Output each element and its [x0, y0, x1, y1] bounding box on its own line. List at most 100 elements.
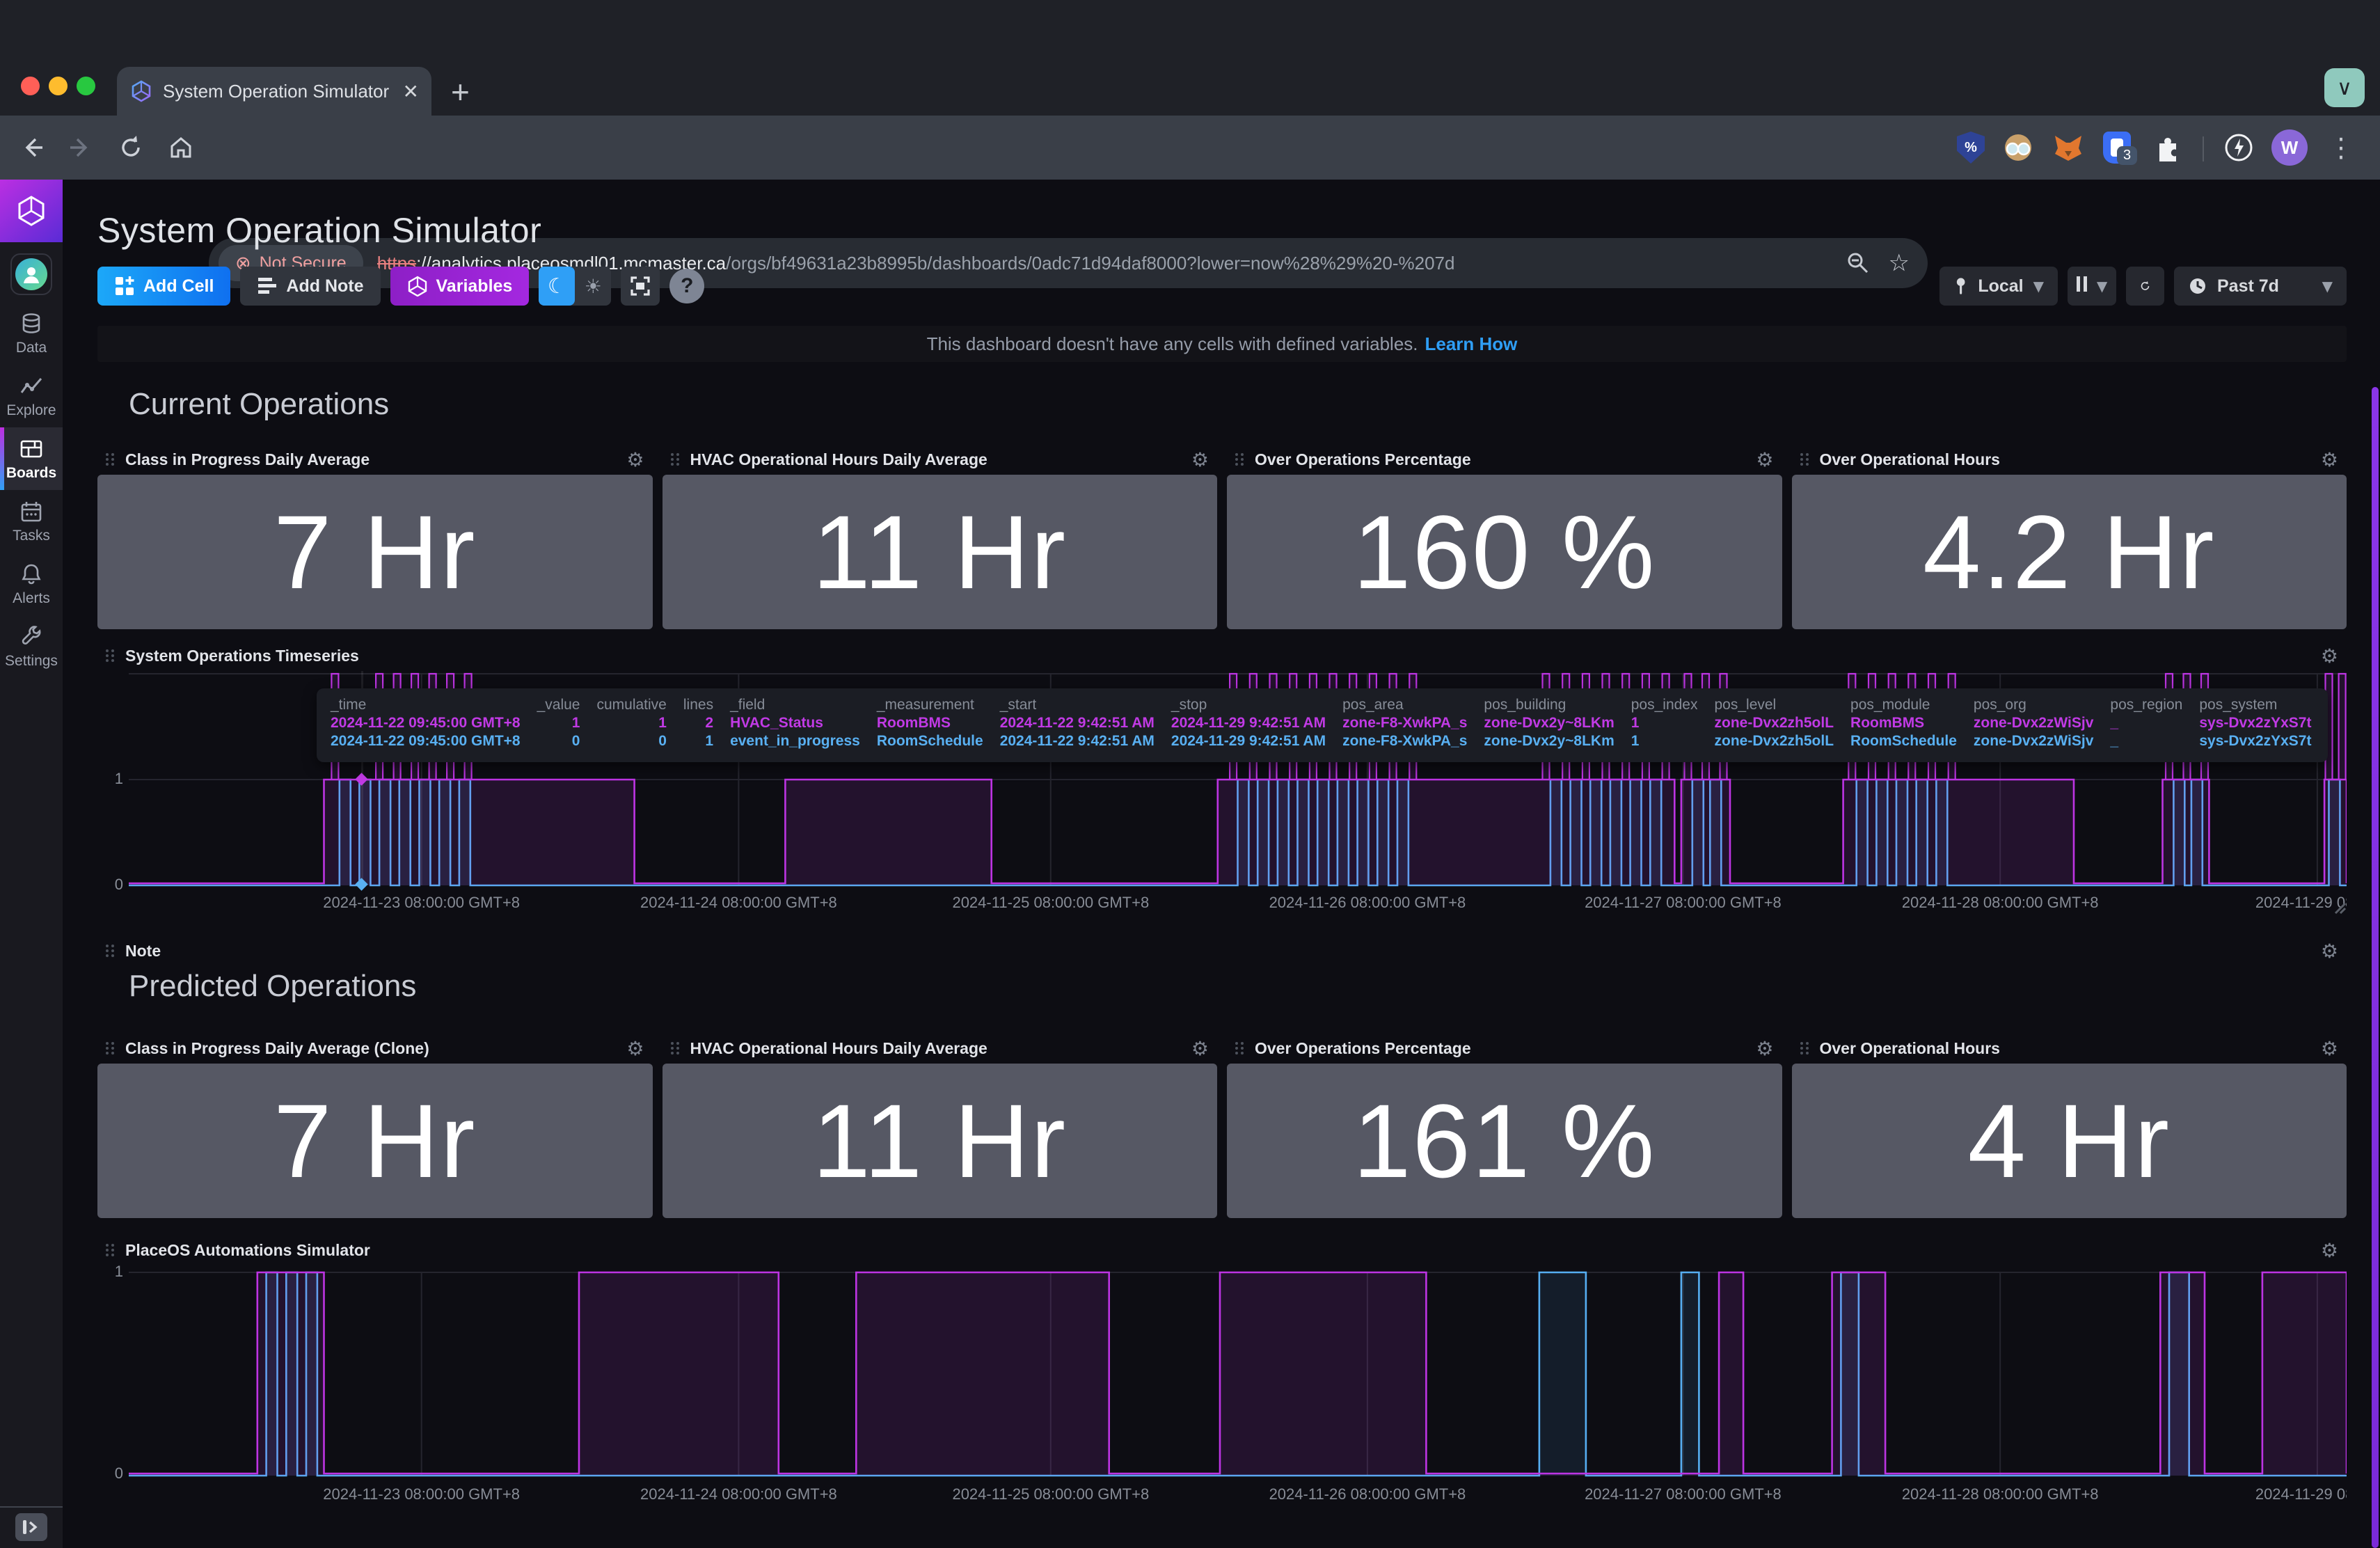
- shield-badge-extension-icon[interactable]: 3: [2099, 129, 2135, 166]
- tooltip-value: 1: [537, 715, 580, 732]
- add-cell-button[interactable]: Add Cell: [97, 267, 230, 306]
- cell-gear-icon[interactable]: ⚙: [2321, 940, 2338, 963]
- learn-how-link[interactable]: Learn How: [1425, 333, 1518, 355]
- drag-handle-icon[interactable]: [1800, 453, 1810, 466]
- drag-handle-icon[interactable]: [106, 945, 116, 957]
- user-avatar[interactable]: [10, 253, 52, 295]
- chevron-down-icon: ▼: [2097, 278, 2107, 294]
- back-icon[interactable]: [17, 132, 47, 163]
- cell-gear-icon[interactable]: ⚙: [2321, 1037, 2338, 1060]
- cell-gear-icon[interactable]: ⚙: [626, 448, 644, 471]
- collapse-sidebar-button[interactable]: [15, 1513, 47, 1541]
- cell-gear-icon[interactable]: ⚙: [2321, 1239, 2338, 1262]
- person-glasses-extension-icon[interactable]: [2000, 129, 2036, 166]
- extensions-puzzle-icon[interactable]: [2150, 129, 2186, 166]
- forward-icon[interactable]: [65, 132, 96, 163]
- cell-gear-icon[interactable]: ⚙: [626, 1037, 644, 1060]
- browser-menu-icon[interactable]: ⋮: [2323, 129, 2359, 166]
- x-axis-tick: 2024-11-24 08:00:00 GMT+8: [640, 1485, 837, 1503]
- cell-resize-handle[interactable]: [2330, 898, 2347, 915]
- timeseries-plot[interactable]: _time2024-11-22 09:45:00 GMT+82024-11-22…: [129, 671, 2347, 888]
- avatar-person-icon: [15, 258, 47, 290]
- dashboard-controls: Add Cell Add Note Variables ☾ ☀ ? Local: [97, 266, 2347, 306]
- stat-cell: HVAC Operational Hours Daily Average⚙11 …: [663, 1033, 1218, 1218]
- profile-avatar[interactable]: W: [2271, 129, 2308, 166]
- x-axis-tick: 2024-11-25 08:00:00 GMT+8: [952, 1485, 1149, 1503]
- cell-gear-icon[interactable]: ⚙: [1756, 448, 1773, 471]
- automations-plot[interactable]: 01: [129, 1265, 2347, 1480]
- new-tab-button[interactable]: +: [451, 78, 470, 106]
- tooltip-value: zone-F8-XwkPA_s: [1342, 715, 1467, 732]
- influxdb-logo[interactable]: [0, 180, 63, 242]
- cell-gear-icon[interactable]: ⚙: [1191, 1037, 1209, 1060]
- time-range-dropdown[interactable]: Past 7d ▼: [2174, 267, 2347, 306]
- light-mode-sun-icon[interactable]: ☀: [575, 267, 611, 306]
- stat-cell: Class in Progress Daily Average⚙7 Hr: [97, 444, 653, 629]
- pause-refresh-button[interactable]: ▼: [2068, 267, 2116, 306]
- sidebar-item-tasks[interactable]: Tasks: [0, 490, 63, 553]
- stat-value: 7 Hr: [273, 1081, 476, 1201]
- timeseries-cell: System Operations Timeseries ⚙ _time2024…: [97, 640, 2347, 915]
- cell-gear-icon[interactable]: ⚙: [2321, 448, 2338, 471]
- percent-shield-extension-icon[interactable]: %: [1953, 129, 1989, 166]
- dashboard-grid-icon: [19, 437, 43, 461]
- tooltip-value: 1: [1631, 733, 1698, 750]
- minimize-window-button[interactable]: [49, 77, 68, 95]
- time-range-value: Past 7d: [2217, 276, 2312, 297]
- note-cell-title: Note: [125, 942, 2311, 961]
- stat-cell-title: Over Operational Hours: [1820, 1039, 2311, 1058]
- sidebar-item-label: Settings: [5, 653, 58, 670]
- cell-gear-icon[interactable]: ⚙: [1191, 448, 1209, 471]
- help-button[interactable]: ?: [669, 269, 704, 303]
- tooltip-column-header: _field: [730, 697, 860, 713]
- drag-handle-icon[interactable]: [106, 453, 116, 466]
- sidebar-item-alerts[interactable]: Alerts: [0, 553, 63, 615]
- cell-gear-icon[interactable]: ⚙: [1756, 1037, 1773, 1060]
- drag-handle-icon[interactable]: [106, 649, 116, 662]
- stat-body: 11 Hr: [663, 475, 1218, 629]
- drag-handle-icon[interactable]: [1235, 453, 1245, 466]
- dark-mode-moon-icon[interactable]: ☾: [539, 267, 575, 306]
- wrench-icon: [19, 625, 43, 649]
- metamask-fox-extension-icon[interactable]: [2050, 129, 2086, 166]
- section-heading-predicted: Predicted Operations: [97, 969, 2347, 1008]
- browser-tab[interactable]: System Operation Simulator | ✕: [117, 67, 431, 116]
- tooltip-value: 2024-11-22 9:42:51 AM: [1000, 733, 1155, 750]
- sidebar-item-boards[interactable]: Boards: [0, 427, 63, 490]
- variables-button[interactable]: Variables: [390, 267, 530, 306]
- sidebar-item-settings[interactable]: Settings: [0, 615, 63, 678]
- drag-handle-icon[interactable]: [671, 453, 681, 466]
- close-window-button[interactable]: [21, 77, 40, 95]
- presentation-mode-button[interactable]: [621, 267, 660, 306]
- y-axis-tick: 0: [105, 1464, 123, 1483]
- tooltip-column-header: pos_module: [1850, 697, 1957, 713]
- energy-leaf-extension-icon[interactable]: [2221, 129, 2257, 166]
- stat-cell-title: HVAC Operational Hours Daily Average: [690, 450, 1182, 469]
- stat-cell-title: Over Operational Hours: [1820, 450, 2311, 469]
- tab-close-icon[interactable]: ✕: [403, 80, 419, 103]
- tooltip-value: 2024-11-29 9:42:51 AM: [1171, 733, 1326, 750]
- page-scrollbar[interactable]: [2372, 387, 2379, 1548]
- stat-value: 4 Hr: [1968, 1081, 2171, 1201]
- drag-handle-icon[interactable]: [1800, 1042, 1810, 1055]
- refresh-button[interactable]: [2126, 267, 2164, 306]
- tooltip-column-header: pos_region: [2110, 697, 2182, 713]
- drag-handle-icon[interactable]: [106, 1244, 116, 1256]
- sidebar-item-data[interactable]: Data: [0, 302, 63, 365]
- tooltip-column: _time2024-11-22 09:45:00 GMT+82024-11-22…: [331, 697, 521, 754]
- home-icon[interactable]: [166, 132, 196, 163]
- timezone-dropdown[interactable]: Local ▼: [1939, 267, 2058, 306]
- drag-handle-icon[interactable]: [1235, 1042, 1245, 1055]
- window-chevron-button[interactable]: ∨: [2324, 68, 2365, 107]
- drag-handle-icon[interactable]: [106, 1042, 116, 1055]
- tooltip-column: pos_buildingzone-Dvx2y~8LKmzone-Dvx2y~8L…: [1484, 697, 1614, 754]
- browser-titlebar: System Operation Simulator | ✕ + ∨: [0, 0, 2380, 116]
- zoom-window-button[interactable]: [77, 77, 95, 95]
- drag-handle-icon[interactable]: [671, 1042, 681, 1055]
- cell-gear-icon[interactable]: ⚙: [2321, 645, 2338, 668]
- tooltip-column-header: _start: [1000, 697, 1155, 713]
- sidebar-item-explore[interactable]: Explore: [0, 365, 63, 427]
- add-note-button[interactable]: Add Note: [240, 267, 380, 306]
- reload-icon[interactable]: [116, 132, 146, 163]
- cube-icon: [407, 276, 428, 297]
